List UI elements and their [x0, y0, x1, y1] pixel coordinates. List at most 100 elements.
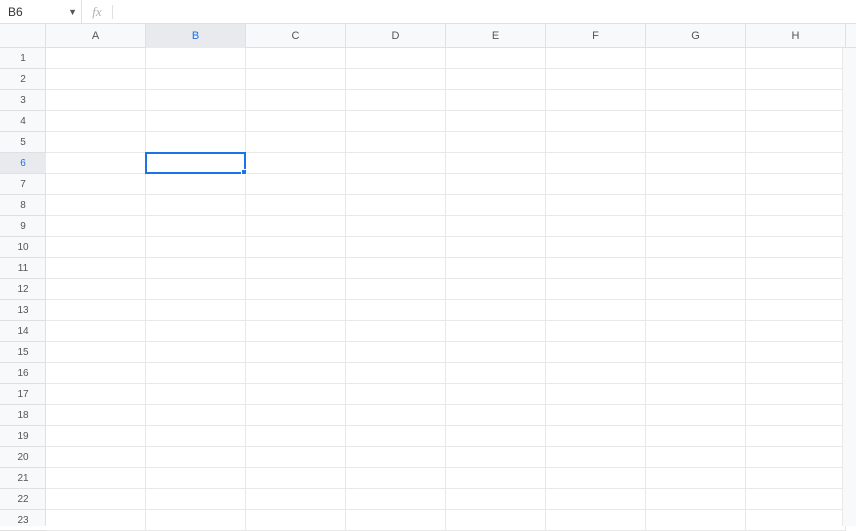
- cell[interactable]: [746, 468, 846, 489]
- cell[interactable]: [546, 384, 646, 405]
- cell[interactable]: [346, 300, 446, 321]
- cell[interactable]: [746, 363, 846, 384]
- cell[interactable]: [46, 279, 146, 300]
- cell[interactable]: [446, 489, 546, 510]
- cell[interactable]: [746, 300, 846, 321]
- cell[interactable]: [746, 90, 846, 111]
- cell[interactable]: [346, 447, 446, 468]
- row-header-2[interactable]: 2: [0, 69, 46, 90]
- cell[interactable]: [546, 363, 646, 384]
- cell[interactable]: [246, 258, 346, 279]
- cell[interactable]: [546, 195, 646, 216]
- cell[interactable]: [246, 468, 346, 489]
- cell[interactable]: [46, 153, 146, 174]
- cell[interactable]: [546, 216, 646, 237]
- cell[interactable]: [346, 69, 446, 90]
- cell[interactable]: [446, 279, 546, 300]
- cell[interactable]: [146, 321, 246, 342]
- cell[interactable]: [446, 48, 546, 69]
- cell[interactable]: [246, 342, 346, 363]
- cell[interactable]: [446, 174, 546, 195]
- row-header-3[interactable]: 3: [0, 90, 46, 111]
- cell[interactable]: [146, 426, 246, 447]
- cell[interactable]: [746, 216, 846, 237]
- row-header-4[interactable]: 4: [0, 111, 46, 132]
- cell[interactable]: [246, 237, 346, 258]
- cell[interactable]: [446, 195, 546, 216]
- cell[interactable]: [646, 258, 746, 279]
- column-header-A[interactable]: A: [46, 24, 146, 48]
- cell[interactable]: [646, 132, 746, 153]
- cell[interactable]: [446, 300, 546, 321]
- cell[interactable]: [646, 405, 746, 426]
- row-header-9[interactable]: 9: [0, 216, 46, 237]
- cell[interactable]: [346, 384, 446, 405]
- row-header-18[interactable]: 18: [0, 405, 46, 426]
- cell[interactable]: [546, 237, 646, 258]
- cell[interactable]: [446, 510, 546, 531]
- vertical-scrollbar[interactable]: [842, 48, 856, 526]
- cell[interactable]: [346, 237, 446, 258]
- cell[interactable]: [446, 153, 546, 174]
- cell[interactable]: [46, 384, 146, 405]
- cell[interactable]: [546, 321, 646, 342]
- cell[interactable]: [146, 384, 246, 405]
- cell[interactable]: [746, 405, 846, 426]
- cell[interactable]: [546, 132, 646, 153]
- cell[interactable]: [546, 258, 646, 279]
- cell[interactable]: [546, 174, 646, 195]
- cell[interactable]: [146, 510, 246, 531]
- row-header-12[interactable]: 12: [0, 279, 46, 300]
- column-header-G[interactable]: G: [646, 24, 746, 48]
- formula-input[interactable]: [115, 1, 856, 23]
- cell[interactable]: [646, 510, 746, 531]
- cell[interactable]: [346, 48, 446, 69]
- cell[interactable]: [746, 48, 846, 69]
- cell[interactable]: [46, 237, 146, 258]
- cell[interactable]: [146, 237, 246, 258]
- cell[interactable]: [446, 384, 546, 405]
- cell[interactable]: [646, 321, 746, 342]
- cell[interactable]: [246, 195, 346, 216]
- cell[interactable]: [246, 321, 346, 342]
- cell[interactable]: [346, 279, 446, 300]
- cell[interactable]: [346, 468, 446, 489]
- cell[interactable]: [346, 426, 446, 447]
- cell[interactable]: [646, 489, 746, 510]
- cell[interactable]: [646, 447, 746, 468]
- cell[interactable]: [46, 363, 146, 384]
- cell[interactable]: [346, 489, 446, 510]
- cell[interactable]: [646, 300, 746, 321]
- cell[interactable]: [546, 342, 646, 363]
- cell[interactable]: [646, 90, 746, 111]
- column-header-B[interactable]: B: [146, 24, 246, 48]
- cell[interactable]: [546, 489, 646, 510]
- cell[interactable]: [446, 468, 546, 489]
- cell[interactable]: [246, 489, 346, 510]
- row-header-17[interactable]: 17: [0, 384, 46, 405]
- cell[interactable]: [446, 216, 546, 237]
- cell[interactable]: [146, 363, 246, 384]
- cell[interactable]: [346, 132, 446, 153]
- cell[interactable]: [146, 342, 246, 363]
- cell[interactable]: [46, 426, 146, 447]
- cell[interactable]: [746, 132, 846, 153]
- cell[interactable]: [746, 174, 846, 195]
- cell[interactable]: [246, 447, 346, 468]
- cell[interactable]: [46, 174, 146, 195]
- cell[interactable]: [246, 363, 346, 384]
- cell[interactable]: [246, 279, 346, 300]
- row-header-11[interactable]: 11: [0, 258, 46, 279]
- cell[interactable]: [146, 405, 246, 426]
- cell[interactable]: [446, 363, 546, 384]
- row-header-7[interactable]: 7: [0, 174, 46, 195]
- cell[interactable]: [146, 111, 246, 132]
- row-header-14[interactable]: 14: [0, 321, 46, 342]
- cell[interactable]: [746, 321, 846, 342]
- cell[interactable]: [546, 279, 646, 300]
- row-header-10[interactable]: 10: [0, 237, 46, 258]
- cell[interactable]: [146, 468, 246, 489]
- cell[interactable]: [446, 405, 546, 426]
- cell[interactable]: [146, 300, 246, 321]
- cell[interactable]: [446, 111, 546, 132]
